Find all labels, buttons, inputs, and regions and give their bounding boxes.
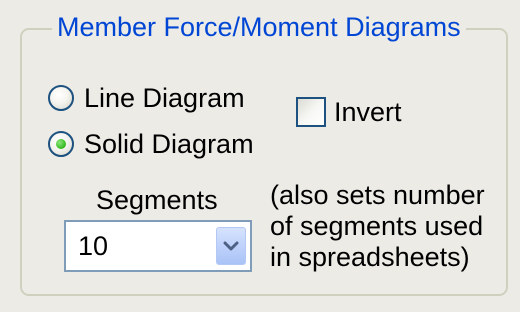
segments-note-line: (also sets number [270, 180, 485, 210]
line-diagram-label: Line Diagram [84, 83, 245, 113]
radio-selected-dot-icon [56, 139, 66, 149]
segments-label: Segments [96, 185, 218, 215]
segments-note-line: of segments used [270, 211, 484, 241]
segments-note-line: in spreadsheets) [270, 242, 470, 272]
solid-diagram-radio[interactable]: Solid Diagram [48, 128, 254, 160]
segments-note: (also sets number of segments used in sp… [270, 180, 485, 273]
dropdown-button[interactable] [216, 227, 246, 265]
radio-button-icon[interactable] [48, 85, 74, 111]
solid-diagram-label: Solid Diagram [84, 129, 254, 159]
checkbox-icon[interactable] [296, 97, 326, 127]
segments-dropdown[interactable]: 10 [64, 220, 252, 272]
group-title: Member Force/Moment Diagrams [52, 10, 466, 44]
chevron-down-icon [223, 241, 239, 251]
invert-checkbox[interactable]: Invert [296, 96, 402, 128]
radio-button-icon[interactable] [48, 131, 74, 157]
line-diagram-radio[interactable]: Line Diagram [48, 82, 245, 114]
invert-label: Invert [334, 97, 402, 127]
segments-value: 10 [78, 231, 109, 261]
